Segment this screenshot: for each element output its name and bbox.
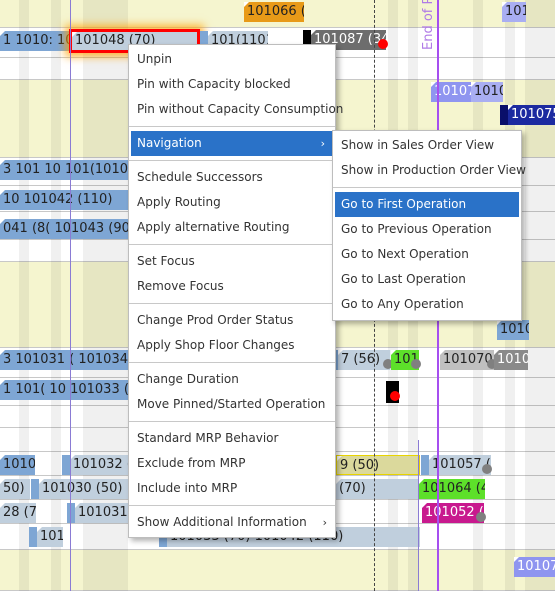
menu-item-label: Go to Last Operation: [341, 272, 466, 286]
menu-item-navigation[interactable]: Navigation ›: [131, 131, 333, 156]
operation-bar[interactable]: 041 (8( 101043 (90): [0, 219, 128, 239]
menu-item-go-to-last-operation[interactable]: Go to Last Operation: [333, 267, 521, 292]
operation-bar[interactable]: 1010: [494, 350, 528, 370]
menu-item-exclude-from-mrp[interactable]: Exclude from MRP: [129, 451, 335, 476]
operation-bar[interactable]: 101: [502, 2, 526, 22]
operation-bar[interactable]: 3 101031 ( 101034 (5: [0, 350, 128, 370]
link-dot: [411, 359, 421, 369]
operation-bar[interactable]: 7 (56): [330, 350, 390, 370]
operation-bar[interactable]: 10102: [0, 455, 35, 475]
operation-bar[interactable]: 3 101 10 101(101039: [0, 160, 128, 180]
menu-item-pin-with-capacity-blocked[interactable]: Pin with Capacity blocked: [129, 72, 335, 97]
menu-item-show-additional-information[interactable]: Show Additional Information ›: [129, 510, 335, 535]
operation-bar[interactable]: 28 (72: [0, 503, 36, 523]
menu-item-show-in-production-order-view[interactable]: Show in Production Order View: [333, 158, 526, 183]
menu-separator: [129, 421, 335, 422]
menu-item-unpin[interactable]: Unpin: [129, 47, 335, 72]
menu-item-label: Exclude from MRP: [137, 456, 246, 470]
operation-bar[interactable]: 10107: [514, 557, 555, 577]
operation-bar[interactable]: 101066 (: [244, 2, 304, 22]
menu-separator: [333, 187, 521, 188]
menu-item-label: Navigation: [137, 136, 202, 150]
menu-separator: [129, 303, 335, 304]
menu-item-apply-shop-floor-changes[interactable]: Apply Shop Floor Changes: [129, 333, 335, 358]
menu-item-label: Show Additional Information: [137, 515, 307, 529]
menu-item-label: Show in Production Order View: [341, 163, 526, 177]
menu-item-go-to-first-operation[interactable]: Go to First Operation: [335, 192, 519, 217]
menu-item-label: Change Duration: [137, 372, 239, 386]
menu-item-show-in-sales-order-view[interactable]: Show in Sales Order View: [333, 133, 521, 158]
navigation-submenu: Show in Sales Order View Show in Producti…: [332, 130, 526, 321]
context-menu: Unpin Pin with Capacity blocked Pin withou…: [128, 44, 343, 538]
operation-bar[interactable]: 101075 (: [500, 105, 555, 125]
menu-item-label: Go to Next Operation: [341, 247, 469, 261]
menu-item-apply-alternative-routing[interactable]: Apply alternative Routing: [129, 215, 335, 240]
operation-bar[interactable]: 101031 (1: [67, 503, 128, 523]
operation-bar[interactable]: 1 1010: 10: [0, 31, 70, 51]
operation-bar[interactable]: 1010: [497, 320, 529, 340]
menu-item-pin-without-capacity-consumption[interactable]: Pin without Capacity Consumption: [129, 97, 343, 122]
menu-item-label: Move Pinned/Started Operation: [137, 397, 326, 411]
menu-item-label: Change Prod Order Status: [137, 313, 294, 327]
menu-item-apply-routing[interactable]: Apply Routing: [129, 190, 335, 215]
menu-item-label: Standard MRP Behavior: [137, 431, 279, 445]
operation-bar[interactable]: 101057 (5(: [421, 455, 491, 475]
boundary-line: [418, 440, 419, 591]
operation-bar[interactable]: (70): [336, 479, 420, 499]
menu-item-standard-mrp-behavior[interactable]: Standard MRP Behavior: [129, 426, 335, 451]
menu-item-change-duration[interactable]: Change Duration: [129, 367, 335, 392]
menu-item-label: Schedule Successors: [137, 170, 263, 184]
menu-separator: [129, 505, 335, 506]
menu-item-label: Go to Previous Operation: [341, 222, 492, 236]
link-dot: [482, 464, 492, 474]
menu-item-label: Set Focus: [137, 254, 195, 268]
status-dot: [390, 391, 400, 401]
chevron-right-icon: ›: [320, 137, 325, 150]
menu-item-include-into-mrp[interactable]: Include into MRP: [129, 476, 335, 501]
menu-item-label: Apply Routing: [137, 195, 221, 209]
menu-separator: [129, 362, 335, 363]
menu-item-remove-focus[interactable]: Remove Focus: [129, 274, 335, 299]
current-time-line: [70, 0, 71, 591]
gantt-row: [0, 550, 555, 591]
menu-item-label: Show in Sales Order View: [341, 138, 495, 152]
menu-separator: [129, 244, 335, 245]
operation-bar[interactable]: 10 101042 (110): [0, 190, 128, 210]
menu-item-go-to-any-operation[interactable]: Go to Any Operation: [333, 292, 521, 317]
menu-item-go-to-previous-operation[interactable]: Go to Previous Operation: [333, 217, 521, 242]
end-of-period-label: End of P: [421, 0, 436, 50]
menu-item-label: Unpin: [137, 52, 172, 66]
menu-item-change-prod-order-status[interactable]: Change Prod Order Status: [129, 308, 335, 333]
status-dot: [378, 39, 388, 49]
operation-bar[interactable]: 1 101( 10 101033 (70): [0, 380, 128, 400]
menu-item-label: Apply Shop Floor Changes: [137, 338, 295, 352]
menu-item-label: Pin without Capacity Consumption: [137, 102, 344, 116]
menu-item-label: Pin with Capacity blocked: [137, 77, 291, 91]
operation-bar[interactable]: 101070: [440, 350, 495, 370]
menu-item-set-focus[interactable]: Set Focus: [129, 249, 335, 274]
menu-separator: [129, 126, 335, 127]
menu-item-move-pinned-started-operation[interactable]: Move Pinned/Started Operation: [129, 392, 335, 417]
menu-item-label: Go to First Operation: [341, 197, 467, 211]
operation-bar[interactable]: 1010: [471, 82, 503, 102]
chevron-right-icon: ›: [322, 516, 327, 529]
menu-item-label: Apply alternative Routing: [137, 220, 290, 234]
link-dot: [476, 512, 486, 522]
operation-bar[interactable]: 9 (50): [336, 455, 420, 475]
menu-item-go-to-next-operation[interactable]: Go to Next Operation: [333, 242, 521, 267]
operation-bar[interactable]: 101030 (50): [31, 479, 128, 499]
menu-separator: [129, 160, 335, 161]
operation-bar[interactable]: 101052 (4: [422, 503, 484, 523]
menu-item-label: Include into MRP: [137, 481, 238, 495]
menu-item-label: Remove Focus: [137, 279, 224, 293]
operation-bar[interactable]: 101064 (4(: [419, 479, 485, 499]
operation-bar[interactable]: 101032 (5(: [62, 455, 128, 475]
menu-item-schedule-successors[interactable]: Schedule Successors: [129, 165, 335, 190]
menu-item-label: Go to Any Operation: [341, 297, 464, 311]
operation-bar[interactable]: 50): [0, 479, 30, 499]
operation-bar[interactable]: 1010: [29, 527, 63, 547]
